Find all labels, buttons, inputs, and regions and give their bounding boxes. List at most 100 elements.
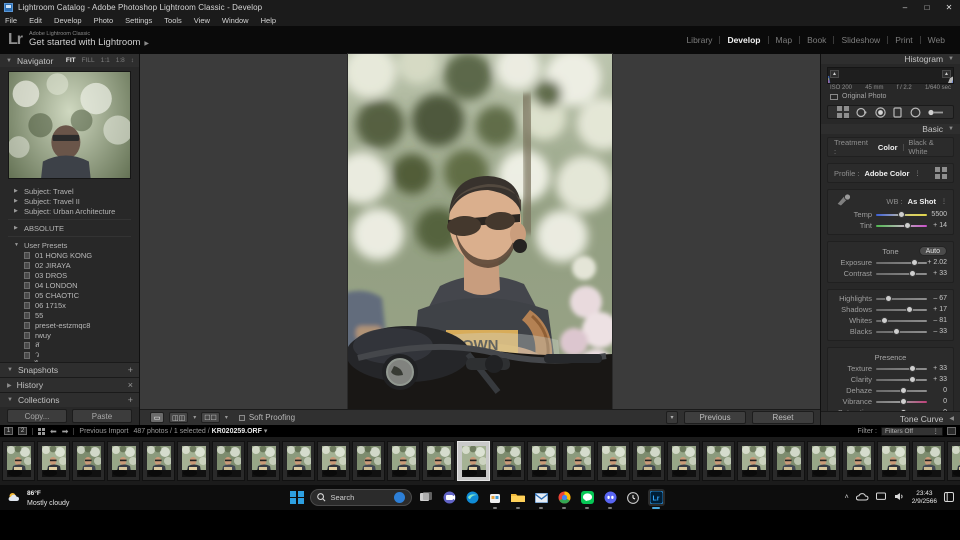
section-collections[interactable]: ▼ Collections + — [0, 392, 139, 407]
slider-exposure[interactable]: Exposure + 2.02 — [828, 257, 953, 268]
network-icon[interactable] — [875, 492, 887, 503]
preset-item-06-1715x[interactable]: 06 1715x — [0, 300, 139, 310]
triangle-down-icon[interactable]: ▼ — [948, 56, 954, 62]
slider-track[interactable] — [876, 258, 927, 267]
soft-proofing-toggle[interactable]: Soft Proofing — [238, 413, 295, 422]
filmstrip-thumbnail[interactable] — [457, 441, 490, 481]
preset-group-absolute[interactable]: ▶ ABSOLUTE — [0, 223, 139, 233]
back-arrow-icon[interactable]: ⬅ — [50, 427, 57, 436]
highlight-clipping-indicator-icon[interactable]: ▲ — [942, 70, 951, 78]
filmstrip-thumbnail[interactable] — [877, 441, 910, 481]
filmstrip-thumbnail[interactable] — [282, 441, 315, 481]
identity-plate[interactable]: Adobe Lightroom Classic Get started with… — [29, 31, 149, 48]
module-book[interactable]: Book — [800, 35, 833, 45]
menu-edit[interactable]: Edit — [28, 16, 43, 25]
preset-item-55[interactable]: 55 — [0, 310, 139, 320]
module-develop[interactable]: Develop — [720, 35, 767, 45]
preset-item-04-london[interactable]: 04 LONDON — [0, 280, 139, 290]
taskbar-clock[interactable]: 23:43 2/9/2566 — [912, 490, 937, 504]
tray-chevron-icon[interactable]: ˄ — [845, 494, 849, 501]
slider-track[interactable] — [876, 375, 927, 384]
survey-view-icon[interactable]: ☐☐ — [201, 412, 220, 423]
slider-texture[interactable]: Texture + 33 — [828, 363, 953, 374]
filmstrip-thumbnail[interactable] — [387, 441, 420, 481]
slider-track[interactable] — [876, 294, 927, 303]
preset-group-user-presets[interactable]: ▼ User Presets — [0, 240, 139, 250]
menu-develop[interactable]: Develop — [53, 16, 83, 25]
preset-item-15[interactable]: ว — [0, 350, 139, 360]
copilot-icon[interactable] — [393, 492, 405, 503]
triangle-left-icon[interactable]: ◀ — [949, 415, 954, 422]
loupe-view-icon[interactable]: ▭ — [150, 412, 164, 423]
filmstrip-thumbnail[interactable] — [562, 441, 595, 481]
zoom-1to1[interactable]: 1:1 — [101, 57, 110, 64]
shadow-clipping-indicator-icon[interactable]: ▲ — [830, 70, 839, 78]
chevron-down-icon[interactable]: ▾ — [264, 428, 268, 435]
filmstrip-thumbnail[interactable] — [37, 441, 70, 481]
chevron-down-icon[interactable]: ⋮ — [941, 198, 947, 205]
navigator-header[interactable]: ▼ Navigator FIT FILL 1:1 1:8 ↕ — [0, 54, 139, 67]
filmstrip-thumbnail[interactable] — [772, 441, 805, 481]
microsoft-store-icon[interactable] — [487, 489, 504, 509]
filmstrip-thumbnail[interactable] — [667, 441, 700, 481]
slider-blacks[interactable]: Blacks – 33 — [828, 326, 953, 337]
slider-whites[interactable]: Whites – 81 — [828, 315, 953, 326]
zoom-1to8[interactable]: 1:8 — [116, 57, 125, 64]
filmstrip-thumbnail[interactable] — [177, 441, 210, 481]
menu-view[interactable]: View — [193, 16, 211, 25]
preset-item-14[interactable]: ส — [0, 340, 139, 350]
filmstrip-thumbnail[interactable] — [107, 441, 140, 481]
toolbar-options-icon[interactable]: ▾ — [666, 411, 678, 424]
module-print[interactable]: Print — [888, 35, 919, 45]
preset-item-rwuy[interactable]: rwuy — [0, 330, 139, 340]
forward-arrow-icon[interactable]: ➡ — [62, 427, 69, 436]
page-1-button[interactable]: 1 — [4, 427, 13, 435]
red-eye-icon[interactable] — [875, 106, 886, 118]
paste-button[interactable]: Paste — [72, 409, 132, 423]
slider-temp[interactable]: Temp 5500 — [828, 209, 953, 220]
grid-view-icon[interactable] — [38, 427, 45, 435]
histogram[interactable]: ▲ ▲ — [827, 67, 954, 84]
treatment-bw-option[interactable]: Black & White — [908, 138, 947, 156]
slider-clarity[interactable]: Clarity + 33 — [828, 374, 953, 385]
filmstrip-thumbnail[interactable] — [842, 441, 875, 481]
chevron-down-icon[interactable]: ▾ — [193, 414, 196, 421]
slider-track[interactable] — [876, 221, 927, 230]
filmstrip-thumbnail[interactable] — [352, 441, 385, 481]
zoom-fit[interactable]: FIT — [66, 57, 76, 64]
filmstrip-thumbnail[interactable] — [247, 441, 280, 481]
zoom-stepper-icon[interactable]: ↕ — [131, 57, 134, 64]
slider-track[interactable] — [876, 386, 927, 395]
auto-tone-button[interactable]: Auto — [918, 246, 947, 256]
discord-icon[interactable] — [602, 489, 619, 509]
section-snapshots[interactable]: ▼ Snapshots + — [0, 362, 139, 377]
slider-track[interactable] — [876, 305, 927, 314]
module-slideshow[interactable]: Slideshow — [834, 35, 887, 45]
menu-help[interactable]: Help — [260, 16, 277, 25]
filter-select[interactable]: Filters Off ⋮ — [881, 426, 943, 436]
filmstrip-thumbnail[interactable] — [947, 441, 960, 481]
copy-button[interactable]: Copy... — [7, 409, 67, 423]
filmstrip-thumbnail[interactable] — [597, 441, 630, 481]
slider-vibrance[interactable]: Vibrance 0 — [828, 396, 953, 407]
crop-overlay-icon[interactable] — [836, 106, 849, 118]
menu-file[interactable]: File — [4, 16, 18, 25]
module-library[interactable]: Library — [679, 35, 719, 45]
mail-icon[interactable] — [533, 489, 550, 509]
graduated-filter-icon[interactable] — [928, 108, 944, 117]
preset-item-01-hong-kong[interactable]: 01 HONG KONG — [0, 250, 139, 260]
slider-contrast[interactable]: Contrast + 33 — [828, 268, 953, 279]
preset-item-05-chaotic[interactable]: 05 CHAOTIC — [0, 290, 139, 300]
preset-group-subject-travel-ii[interactable]: ▶ Subject: Travel II — [0, 196, 139, 206]
tone-curve-header[interactable]: Tone Curve ◀ — [821, 411, 960, 425]
page-2-button[interactable]: 2 — [18, 427, 27, 435]
filmstrip-thumbnail[interactable] — [422, 441, 455, 481]
spot-removal-icon[interactable] — [856, 107, 867, 118]
filmstrip-thumbnail[interactable] — [212, 441, 245, 481]
white-balance-selector-icon[interactable] — [834, 193, 852, 209]
minimize-button[interactable]: – — [894, 0, 916, 14]
slider-dehaze[interactable]: Dehaze 0 — [828, 385, 953, 396]
filmstrip-thumbnail[interactable] — [807, 441, 840, 481]
radial-filter-icon[interactable] — [910, 106, 921, 118]
filmstrip-thumbnail[interactable] — [317, 441, 350, 481]
